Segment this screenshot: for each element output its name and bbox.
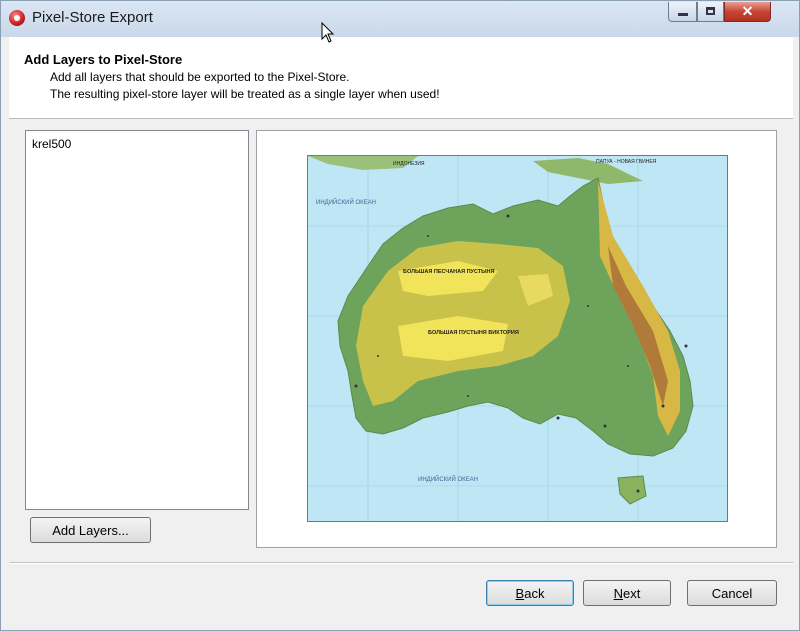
footer-divider — [9, 562, 793, 564]
next-button-mnemonic: N — [613, 586, 624, 601]
cancel-button[interactable]: Cancel — [687, 580, 777, 606]
mouse-pointer-icon — [321, 22, 335, 43]
map-label-ocean-west: ИНДИЙСКИЙ ОКЕАН — [316, 198, 376, 206]
header-description-line1: Add all layers that should be exported t… — [50, 70, 350, 84]
layer-preview-panel: ИНДИЙСКИЙ ОКЕАН ИНДИЙСКИЙ ОКЕАН БОЛЬШАЯ … — [256, 130, 777, 548]
minimize-button[interactable] — [668, 2, 697, 22]
map-label-desert2: БОЛЬШАЯ ПУСТЫНЯ ВИКТОРИЯ — [428, 330, 519, 336]
next-button[interactable]: Next — [583, 580, 671, 606]
app-icon — [9, 10, 25, 26]
header-description-line2: The resulting pixel-store layer will be … — [50, 87, 440, 101]
back-button-mnemonic: B — [515, 586, 525, 601]
map-preview-image: ИНДИЙСКИЙ ОКЕАН ИНДИЙСКИЙ ОКЕАН БОЛЬШАЯ … — [307, 155, 728, 522]
map-label-png: ПАПУА - НОВАЯ ГВИНЕЯ — [596, 159, 657, 165]
add-layers-button[interactable]: Add Layers... — [30, 517, 151, 543]
next-button-label: ext — [623, 586, 641, 601]
back-button-label: ack — [524, 586, 545, 601]
maximize-icon — [706, 7, 715, 15]
layer-list[interactable]: krel500 — [25, 130, 249, 510]
close-button[interactable]: ✕ — [724, 2, 771, 22]
export-dialog: Pixel-Store Export ✕ Add Layers to Pixel… — [0, 0, 800, 631]
back-button[interactable]: Back — [486, 580, 574, 606]
close-icon: ✕ — [741, 3, 754, 19]
minimize-icon — [678, 13, 688, 16]
list-item[interactable]: krel500 — [32, 137, 71, 151]
wizard-header: Add Layers to Pixel-Store Add all layers… — [9, 37, 793, 119]
page-title: Add Layers to Pixel-Store — [24, 52, 183, 67]
maximize-button[interactable] — [697, 2, 724, 22]
map-label-ocean-south: ИНДИЙСКИЙ ОКЕАН — [418, 475, 478, 483]
map-label-indonesia: ИНДОНЕЗИЯ — [393, 161, 425, 167]
window-title: Pixel-Store Export — [32, 9, 153, 26]
title-bar[interactable]: Pixel-Store Export ✕ — [1, 1, 799, 37]
map-label-desert1: БОЛЬШАЯ ПЕСЧАНАЯ ПУСТЫНЯ — [403, 269, 495, 275]
